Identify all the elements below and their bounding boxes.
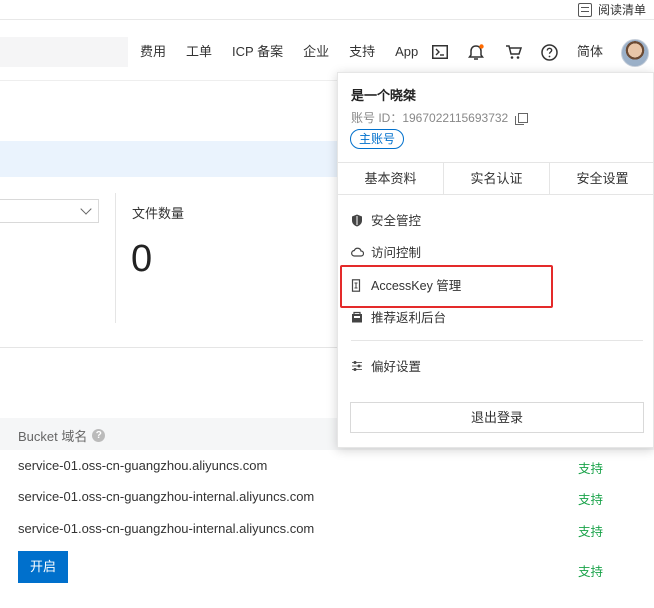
tab-basic-info[interactable]: 基本资料 bbox=[338, 163, 444, 194]
menu-item-label: 推荐返利后台 bbox=[371, 311, 447, 325]
copy-icon[interactable] bbox=[515, 112, 529, 125]
status-badge: 支持 bbox=[578, 525, 604, 539]
open-button[interactable]: 开启 bbox=[18, 551, 68, 583]
bell-icon[interactable] bbox=[467, 43, 485, 61]
user-menu-panel: 是一个晓桀 账号 ID：1967022115693732 主账号 基本资料 实名… bbox=[337, 72, 654, 448]
menu-item-label: 偏好设置 bbox=[371, 360, 422, 374]
sliders-icon bbox=[351, 360, 363, 372]
shield-icon bbox=[351, 214, 363, 226]
reading-list-link[interactable]: 阅读清单 bbox=[577, 1, 646, 18]
menu-item-preferences[interactable]: 偏好设置 bbox=[351, 356, 421, 375]
bucket-domain-header-label: Bucket 域名 bbox=[18, 429, 88, 444]
avatar[interactable] bbox=[621, 39, 649, 67]
user-name: 是一个晓桀 bbox=[351, 88, 417, 103]
status-badge: 支持 bbox=[578, 493, 604, 507]
reading-list-icon bbox=[577, 2, 592, 17]
menu-item-accesskey[interactable]: AccessKey 管理 bbox=[351, 275, 461, 294]
key-icon bbox=[351, 278, 363, 292]
menu-item-referral[interactable]: 推荐返利后台 bbox=[351, 307, 446, 326]
top-nav: 费用 工单 ICP 备案 企业 支持 App bbox=[140, 41, 438, 63]
help-icon[interactable]: ? bbox=[92, 429, 106, 442]
region-select[interactable] bbox=[0, 199, 99, 223]
tab-security-settings[interactable]: 安全设置 bbox=[550, 163, 654, 194]
menu-item-label: AccessKey 管理 bbox=[371, 279, 462, 293]
stat-divider bbox=[115, 193, 116, 323]
cart-icon[interactable] bbox=[504, 43, 522, 61]
account-id-text: 账号 ID：1967022115693732 bbox=[351, 111, 509, 125]
table-row: service-01.oss-cn-guangzhou-internal.ali… bbox=[18, 489, 315, 504]
nav-icp[interactable]: ICP 备案 bbox=[232, 41, 283, 63]
top-strip: 阅读清单 bbox=[0, 0, 654, 20]
search-input[interactable] bbox=[0, 37, 128, 67]
terminal-icon[interactable] bbox=[431, 43, 449, 61]
account-id: 账号 ID：1967022115693732 bbox=[351, 109, 529, 126]
cloud-icon bbox=[351, 246, 365, 258]
status-badge: 支持 bbox=[578, 462, 604, 476]
menu-divider bbox=[351, 340, 643, 341]
nav-enterprise[interactable]: 企业 bbox=[303, 41, 329, 63]
reading-list-label: 阅读清单 bbox=[597, 3, 646, 17]
nav-app[interactable]: App bbox=[395, 41, 418, 63]
logout-button[interactable]: 退出登录 bbox=[350, 402, 644, 433]
gift-icon bbox=[351, 311, 363, 323]
language-switch[interactable]: 简体 bbox=[577, 41, 603, 63]
file-count-value: 0 bbox=[131, 238, 153, 280]
menu-item-security-control[interactable]: 安全管控 bbox=[351, 210, 421, 229]
menu-item-label: 安全管控 bbox=[371, 214, 422, 228]
profile-tabs: 基本资料 实名认证 安全设置 bbox=[338, 162, 654, 195]
main-account-badge: 主账号 bbox=[350, 129, 405, 149]
tab-real-name[interactable]: 实名认证 bbox=[444, 163, 550, 194]
nav-support[interactable]: 支持 bbox=[349, 41, 375, 63]
nav-tickets[interactable]: 工单 bbox=[186, 41, 212, 63]
nav-billing[interactable]: 费用 bbox=[140, 41, 166, 63]
chevron-down-icon bbox=[80, 203, 92, 215]
table-row: service-01.oss-cn-guangzhou-internal.ali… bbox=[18, 521, 315, 536]
menu-item-label: 访问控制 bbox=[371, 246, 422, 260]
status-badge: 支持 bbox=[578, 565, 604, 579]
menu-item-access-control[interactable]: 访问控制 bbox=[351, 242, 421, 261]
table-row: service-01.oss-cn-guangzhou.aliyuncs.com bbox=[18, 458, 268, 473]
file-count-label: 文件数量 bbox=[132, 206, 185, 221]
help-icon[interactable] bbox=[540, 43, 558, 61]
bucket-domain-header: Bucket 域名 ? bbox=[18, 426, 106, 445]
